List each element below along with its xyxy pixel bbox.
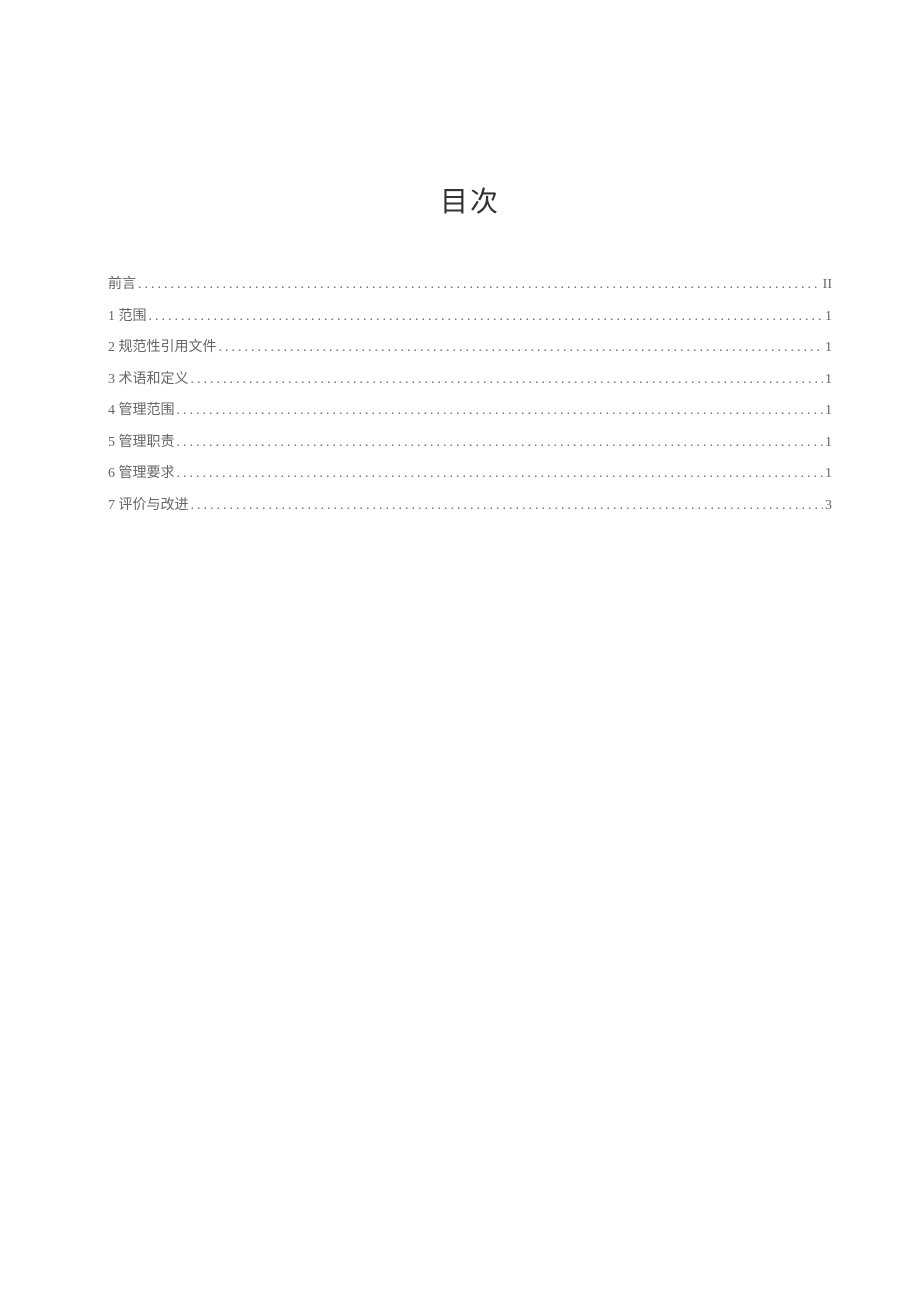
toc-entry: 3 术语和定义 1 [108,373,832,387]
toc-label: 7 评价与改进 [108,499,189,513]
toc-dots [149,310,824,324]
toc-label: 5 管理职责 [108,436,175,450]
toc-entry: 2 规范性引用文件 1 [108,341,832,355]
toc-label: 6 管理要求 [108,467,175,481]
toc-entry: 6 管理要求 1 [108,467,832,481]
toc-label: 4 管理范围 [108,404,175,418]
toc-dots [138,278,821,292]
toc-label: 前言 [108,278,136,292]
toc-entry: 7 评价与改进 3 [108,499,832,513]
toc-page-number: 1 [825,310,832,324]
toc-dots [191,499,824,513]
toc-page-number: 1 [825,436,832,450]
toc-dots [177,404,824,418]
toc-title: 目次 [108,180,832,220]
toc-page-number: 1 [825,467,832,481]
toc-page-number: 1 [825,373,832,387]
toc-label: 3 术语和定义 [108,373,189,387]
toc-entry: 4 管理范围 1 [108,404,832,418]
toc-page-number: 1 [825,404,832,418]
toc-dots [177,436,824,450]
toc-page-number: II [823,278,832,292]
toc-entry: 前言 II [108,278,832,292]
toc-dots [219,341,824,355]
toc-entry: 1 范围 1 [108,310,832,324]
toc-dots [177,467,824,481]
toc-entry: 5 管理职责 1 [108,436,832,450]
toc-page-number: 1 [825,341,832,355]
toc-label: 2 规范性引用文件 [108,341,217,355]
table-of-contents: 前言 II 1 范围 1 2 规范性引用文件 1 3 术语和定义 1 4 管理范… [108,278,832,513]
toc-label: 1 范围 [108,310,147,324]
toc-dots [191,373,824,387]
toc-page-number: 3 [825,499,832,513]
document-page: 目次 前言 II 1 范围 1 2 规范性引用文件 1 3 术语和定义 1 4 … [0,0,920,513]
